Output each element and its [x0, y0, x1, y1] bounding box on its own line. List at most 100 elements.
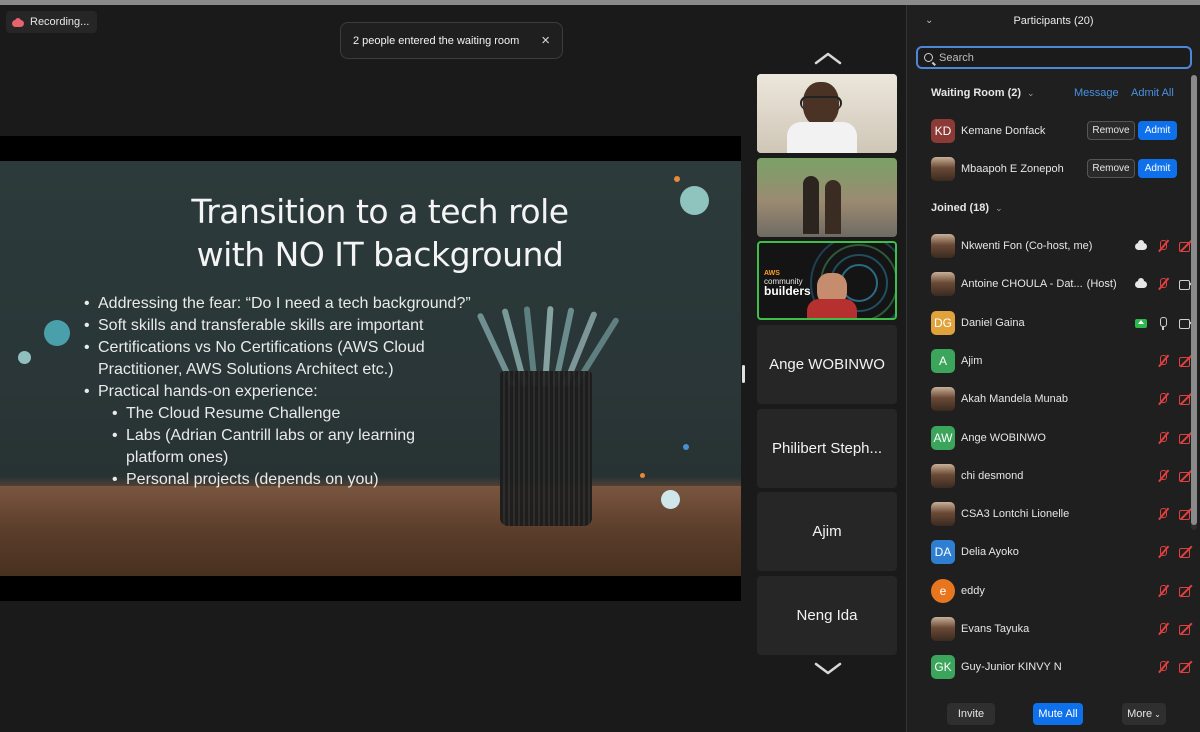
- video-tile-outdoor[interactable]: [757, 158, 897, 237]
- mic-muted-icon[interactable]: [1156, 277, 1170, 291]
- participant-row[interactable]: Antoine CHOULA - Dat... (Host): [931, 271, 1193, 297]
- participant-row[interactable]: GK Guy-Junior KINVY N: [931, 654, 1193, 680]
- close-icon[interactable]: ×: [541, 32, 550, 49]
- participant-row[interactable]: DA Delia Ayoko: [931, 539, 1193, 565]
- search-placeholder: Search: [939, 51, 974, 64]
- participant-row[interactable]: e eddy: [931, 578, 1193, 604]
- video-off-icon[interactable]: [1179, 584, 1193, 598]
- video-tile-name[interactable]: Neng Ida: [757, 576, 897, 655]
- participant-tile-name: Philibert Steph...: [771, 440, 883, 457]
- participants-scrollbar[interactable]: [1191, 75, 1197, 530]
- participant-row[interactable]: A Ajim: [931, 348, 1193, 374]
- chevron-up-icon[interactable]: [813, 50, 843, 66]
- slide-bullet-list: Addressing the fear: “Do I need a tech b…: [84, 293, 554, 491]
- video-off-icon[interactable]: [1179, 622, 1193, 636]
- participant-row[interactable]: chi desmond: [931, 463, 1193, 489]
- slide-wooden-table: [0, 486, 741, 576]
- notification-text: 2 people entered the waiting room: [353, 34, 520, 47]
- mic-muted-icon[interactable]: [1156, 622, 1170, 636]
- video-off-icon[interactable]: [1179, 545, 1193, 559]
- chevron-down-icon: ⌄: [1027, 87, 1035, 98]
- panel-title: Participants (20): [1013, 15, 1094, 27]
- avatar: [931, 464, 955, 488]
- search-input[interactable]: Search: [916, 46, 1192, 69]
- participant-controls: [1123, 505, 1193, 523]
- mic-muted-icon[interactable]: [1156, 392, 1170, 406]
- sub-bullet-item: The Cloud Resume Challenge: [84, 403, 554, 425]
- remove-button[interactable]: Remove: [1087, 121, 1135, 140]
- mic-muted-icon[interactable]: [1156, 545, 1170, 559]
- participant-controls: [1123, 467, 1193, 485]
- invite-button[interactable]: Invite: [947, 703, 995, 725]
- mic-muted-icon[interactable]: [1156, 431, 1170, 445]
- participant-controls: [1123, 390, 1193, 408]
- message-link[interactable]: Message: [1074, 87, 1119, 99]
- participants-panel: ⌄ Participants (20) Search Waiting Room …: [906, 5, 1200, 732]
- sub-bullet-item-continuation: platform ones): [126, 449, 229, 466]
- video-off-icon[interactable]: [1179, 660, 1193, 674]
- joined-label: Joined (18): [931, 202, 990, 214]
- admit-all-link[interactable]: Admit All: [1131, 87, 1174, 99]
- participant-controls: [1123, 582, 1193, 600]
- video-tile-name[interactable]: Ange WOBINWO: [757, 325, 897, 404]
- mute-all-button[interactable]: Mute All: [1033, 703, 1083, 725]
- mic-muted-icon[interactable]: [1156, 354, 1170, 368]
- avatar: [931, 387, 955, 411]
- avatar: [931, 502, 955, 526]
- video-tile-name[interactable]: Ajim: [757, 492, 897, 571]
- mic-muted-icon[interactable]: [1156, 469, 1170, 483]
- decor-dot: [661, 490, 680, 509]
- slide-canvas: Transition to a tech role with NO IT bac…: [0, 161, 741, 576]
- search-icon: [924, 53, 933, 62]
- mic-on-icon[interactable]: [1156, 316, 1170, 330]
- panel-footer: Invite Mute All More ⌄: [907, 698, 1200, 732]
- recording-label: Recording...: [30, 16, 90, 28]
- admit-button[interactable]: Admit: [1138, 159, 1177, 178]
- participant-row[interactable]: Evans Tayuka: [931, 616, 1193, 642]
- more-button[interactable]: More ⌄: [1122, 703, 1166, 725]
- recording-cloud-icon: [12, 17, 24, 27]
- avatar: KD: [931, 119, 955, 143]
- participant-controls: [1123, 314, 1193, 332]
- avatar: [931, 234, 955, 258]
- bullet-item: Soft skills and transferable skills are …: [84, 315, 554, 337]
- avatar: DG: [931, 311, 955, 335]
- waiting-room-header[interactable]: Waiting Room (2) ⌄: [931, 87, 1035, 99]
- sub-bullet-item: Personal projects (depends on you): [84, 469, 554, 491]
- participant-controls: [1123, 620, 1193, 638]
- remove-button[interactable]: Remove: [1087, 159, 1135, 178]
- collapse-chevron-icon[interactable]: ⌄: [925, 15, 933, 26]
- mic-muted-icon[interactable]: [1156, 239, 1170, 253]
- participant-name: Antoine CHOULA - Dat...: [961, 278, 1083, 290]
- participant-controls: [1123, 543, 1193, 561]
- recording-indicator[interactable]: Recording...: [6, 11, 98, 33]
- video-tile-aws[interactable]: AWS community builders: [757, 241, 897, 320]
- joined-header[interactable]: Joined (18) ⌄: [931, 202, 1003, 214]
- video-tile-self[interactable]: [757, 74, 897, 153]
- mic-muted-icon[interactable]: [1156, 660, 1170, 674]
- chevron-down-icon[interactable]: [813, 661, 843, 677]
- avatar: DA: [931, 540, 955, 564]
- video-tile-name[interactable]: Philibert Steph...: [757, 409, 897, 488]
- splitter-handle[interactable]: [742, 365, 745, 383]
- slide-title-line-2: with NO IT background: [196, 235, 564, 274]
- avatar: e: [931, 579, 955, 603]
- screen-share-icon: [1135, 318, 1147, 328]
- participant-tile-name: Neng Ida: [796, 607, 858, 624]
- participant-row[interactable]: Nkwenti Fon (Co-host, me): [931, 233, 1193, 259]
- participant-row[interactable]: Akah Mandela Munab: [931, 386, 1193, 412]
- decor-dot: [18, 351, 31, 364]
- decor-dot: [44, 320, 70, 346]
- decor-dot: [683, 444, 689, 450]
- participant-row[interactable]: DG Daniel Gaina: [931, 310, 1193, 336]
- panel-header: ⌄ Participants (20): [907, 5, 1200, 37]
- avatar: A: [931, 349, 955, 373]
- participant-row[interactable]: AW Ange WOBINWO: [931, 425, 1193, 451]
- mic-muted-icon[interactable]: [1156, 507, 1170, 521]
- bullet-item: Practical hands-on experience:: [84, 381, 554, 403]
- mic-muted-icon[interactable]: [1156, 584, 1170, 598]
- participant-row[interactable]: CSA3 Lontchi Lionelle: [931, 501, 1193, 527]
- bullet-item: Certifications vs No Certifications (AWS…: [84, 337, 554, 359]
- aws-builders-label: builders: [764, 284, 811, 298]
- admit-button[interactable]: Admit: [1138, 121, 1177, 140]
